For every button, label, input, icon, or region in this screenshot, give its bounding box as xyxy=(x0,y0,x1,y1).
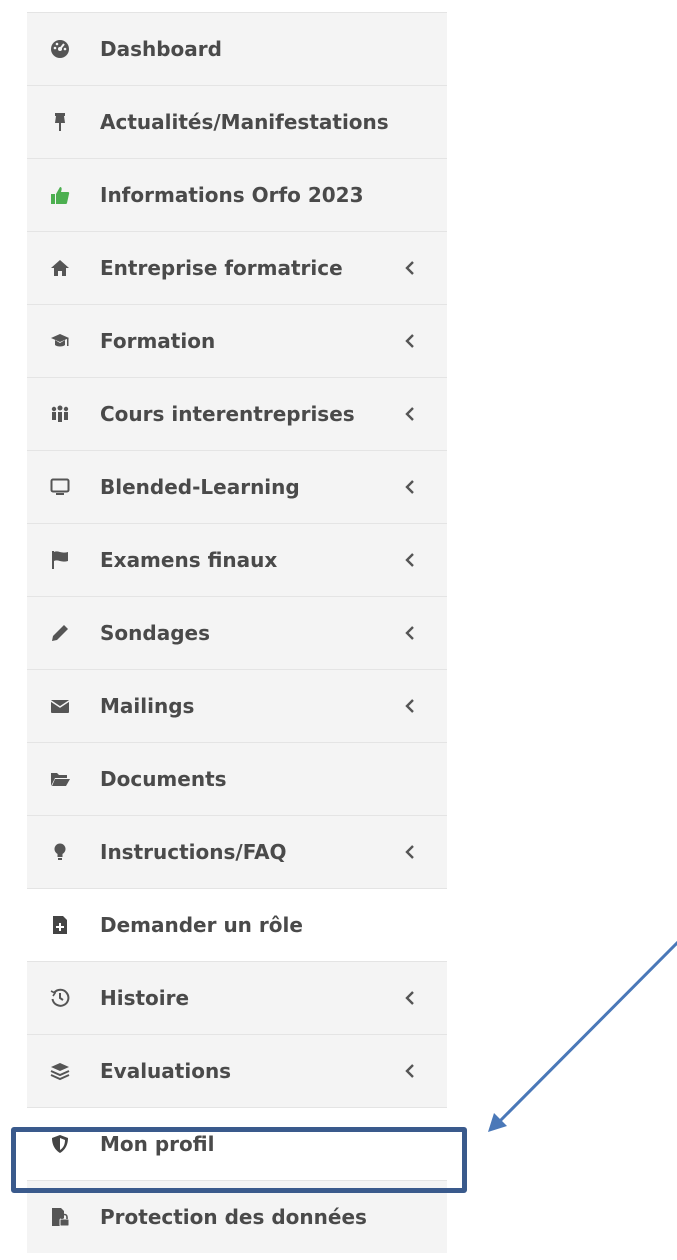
envelope-icon xyxy=(49,695,71,717)
sidebar-item-label: Blended-Learning xyxy=(100,475,300,499)
sidebar-item-label: Dashboard xyxy=(100,37,222,61)
sidebar-item-entreprise-formatrice[interactable]: Entreprise formatrice xyxy=(27,231,447,304)
chevron-left-icon[interactable] xyxy=(402,696,418,716)
sidebar-item-label: Demander un rôle xyxy=(100,913,303,937)
chevron-left-icon[interactable] xyxy=(402,1061,418,1081)
chevron-left-icon[interactable] xyxy=(402,623,418,643)
sidebar-item-label: Entreprise formatrice xyxy=(100,256,343,280)
sidebar-item-formation[interactable]: Formation xyxy=(27,304,447,377)
pencil-icon xyxy=(49,622,71,644)
graduation-cap-icon xyxy=(49,330,71,352)
file-plus-icon xyxy=(49,914,71,936)
sidebar-item-blended-learning[interactable]: Blended-Learning xyxy=(27,450,447,523)
sidebar-item-histoire[interactable]: Histoire xyxy=(27,961,447,1034)
thumbs-up-icon xyxy=(49,184,71,206)
home-icon xyxy=(49,257,71,279)
folder-open-icon xyxy=(49,768,71,790)
sidebar-item-mon-profil[interactable]: Mon profil xyxy=(27,1107,447,1180)
sidebar-item-label: Examens finaux xyxy=(100,548,278,572)
history-clock-icon xyxy=(49,987,71,1009)
sidebar-item-protection-des-donnees[interactable]: Protection des données xyxy=(27,1180,447,1253)
chevron-left-icon[interactable] xyxy=(402,331,418,351)
sidebar-item-informations-orfo[interactable]: Informations Orfo 2023 xyxy=(27,158,447,231)
file-lock-icon xyxy=(49,1206,71,1228)
sidebar-item-label: Documents xyxy=(100,767,227,791)
sidebar-item-actualites[interactable]: Actualités/Manifestations xyxy=(27,85,447,158)
sidebar-item-label: Mailings xyxy=(100,694,195,718)
sidebar-item-demander-un-role[interactable]: Demander un rôle xyxy=(27,888,447,961)
shield-icon xyxy=(49,1133,71,1155)
desktop-icon xyxy=(49,476,71,498)
chevron-left-icon[interactable] xyxy=(402,842,418,862)
sidebar-item-examens-finaux[interactable]: Examens finaux xyxy=(27,523,447,596)
sidebar-item-label: Protection des données xyxy=(100,1205,367,1229)
sidebar-menu: Dashboard Actualités/Manifestations Info… xyxy=(27,12,447,1253)
chevron-left-icon[interactable] xyxy=(402,988,418,1008)
layers-icon xyxy=(49,1060,71,1082)
dashboard-gauge-icon xyxy=(49,38,71,60)
sidebar-item-instructions-faq[interactable]: Instructions/FAQ xyxy=(27,815,447,888)
sidebar-item-label: Instructions/FAQ xyxy=(100,840,287,864)
sidebar-item-label: Actualités/Manifestations xyxy=(100,110,389,134)
sidebar-item-sondages[interactable]: Sondages xyxy=(27,596,447,669)
flag-icon xyxy=(49,549,71,571)
chevron-left-icon[interactable] xyxy=(402,404,418,424)
sidebar-item-documents[interactable]: Documents xyxy=(27,742,447,815)
sidebar-item-dashboard[interactable]: Dashboard xyxy=(27,12,447,85)
sidebar-item-mailings[interactable]: Mailings xyxy=(27,669,447,742)
sidebar-item-evaluations[interactable]: Evaluations xyxy=(27,1034,447,1107)
sidebar-item-label: Informations Orfo 2023 xyxy=(100,183,364,207)
lightbulb-icon xyxy=(49,841,71,863)
chevron-left-icon[interactable] xyxy=(402,550,418,570)
sidebar-item-cours-interentreprises[interactable]: Cours interentreprises xyxy=(27,377,447,450)
sidebar-item-label: Histoire xyxy=(100,986,190,1010)
thumbtack-icon xyxy=(49,111,71,133)
sidebar-item-label: Sondages xyxy=(100,621,210,645)
chevron-left-icon[interactable] xyxy=(402,258,418,278)
sidebar-item-label: Mon profil xyxy=(100,1132,215,1156)
users-group-icon xyxy=(49,403,71,425)
sidebar-item-label: Evaluations xyxy=(100,1059,232,1083)
chevron-left-icon[interactable] xyxy=(402,477,418,497)
sidebar-item-label: Formation xyxy=(100,329,216,353)
sidebar-item-label: Cours interentreprises xyxy=(100,402,355,426)
